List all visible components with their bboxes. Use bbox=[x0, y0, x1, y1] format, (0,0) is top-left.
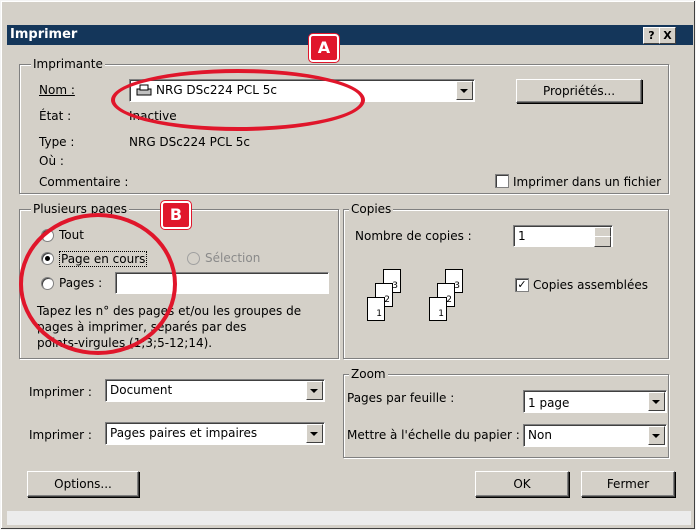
copies-count-value: 1 bbox=[518, 229, 526, 243]
print-what-value: Document bbox=[110, 383, 173, 397]
copies-count-label: Nombre de copies : bbox=[355, 229, 472, 243]
copies-count-input[interactable]: 1 bbox=[513, 225, 613, 247]
window-title: Imprimer bbox=[10, 27, 78, 42]
print-to-file-label: Imprimer dans un fichier bbox=[513, 175, 662, 189]
title-bar: Imprimer ? X bbox=[7, 25, 693, 45]
chevron-down-icon[interactable] bbox=[648, 392, 665, 411]
print-what-select[interactable]: Document bbox=[105, 379, 325, 402]
close-window-button[interactable]: X bbox=[659, 27, 676, 44]
annotation-circle-b bbox=[19, 213, 177, 355]
cancel-button[interactable]: Fermer bbox=[581, 471, 675, 497]
pages-per-sheet-label: Pages par feuille : bbox=[347, 391, 455, 405]
chevron-down-icon[interactable] bbox=[456, 81, 473, 100]
printer-type-label: Type : bbox=[39, 135, 75, 149]
bottom-strip bbox=[7, 511, 691, 525]
printer-where-label: Où : bbox=[39, 154, 64, 168]
print-to-file-checkbox[interactable] bbox=[495, 174, 509, 188]
zoom-group-label: Zoom bbox=[349, 367, 388, 381]
annotation-circle-a bbox=[111, 69, 365, 131]
scale-label: Mettre à l'échelle du papier : bbox=[347, 428, 520, 442]
scale-select[interactable]: Non bbox=[523, 424, 667, 447]
radio-selection-label: Sélection bbox=[205, 251, 261, 265]
copy-page-icon: 1 bbox=[367, 297, 385, 321]
chevron-down-icon[interactable] bbox=[306, 381, 323, 400]
print-range-value: Pages paires et impaires bbox=[110, 426, 258, 440]
printer-comment-label: Commentaire : bbox=[39, 175, 129, 189]
properties-button[interactable]: Propriétés... bbox=[516, 79, 642, 103]
copies-group-label: Copies bbox=[349, 202, 394, 216]
print-what-label: Imprimer : bbox=[29, 385, 92, 399]
scale-value: Non bbox=[528, 428, 552, 442]
printer-type-value: NRG DSc224 PCL 5c bbox=[129, 135, 250, 149]
chevron-down-icon[interactable] bbox=[306, 424, 323, 443]
help-button[interactable]: ? bbox=[643, 27, 660, 44]
pages-per-sheet-select[interactable]: 1 page bbox=[523, 390, 667, 413]
radio-selection[interactable] bbox=[187, 252, 200, 265]
annotation-marker-a: A bbox=[309, 34, 339, 62]
copy-page-icon: 1 bbox=[429, 297, 447, 321]
printer-state-label: État : bbox=[39, 109, 72, 123]
annotation-marker-b: B bbox=[161, 201, 191, 229]
print-range-select[interactable]: Pages paires et impaires bbox=[105, 422, 325, 445]
options-button[interactable]: Options... bbox=[27, 471, 139, 497]
collate-label: Copies assemblées bbox=[533, 278, 649, 292]
chevron-down-icon[interactable] bbox=[648, 426, 665, 445]
printer-group-label: Imprimante bbox=[31, 57, 105, 71]
collate-checkbox[interactable]: ✓ bbox=[515, 278, 529, 292]
spin-down-icon[interactable] bbox=[594, 236, 611, 247]
pages-per-sheet-value: 1 page bbox=[528, 396, 570, 410]
print-range-label: Imprimer : bbox=[29, 428, 92, 442]
print-dialog: Imprimer ? X Imprimante Nom : NRG DSc224… bbox=[0, 0, 696, 530]
printer-name-label: Nom : bbox=[39, 83, 75, 97]
ok-button[interactable]: OK bbox=[475, 471, 569, 497]
